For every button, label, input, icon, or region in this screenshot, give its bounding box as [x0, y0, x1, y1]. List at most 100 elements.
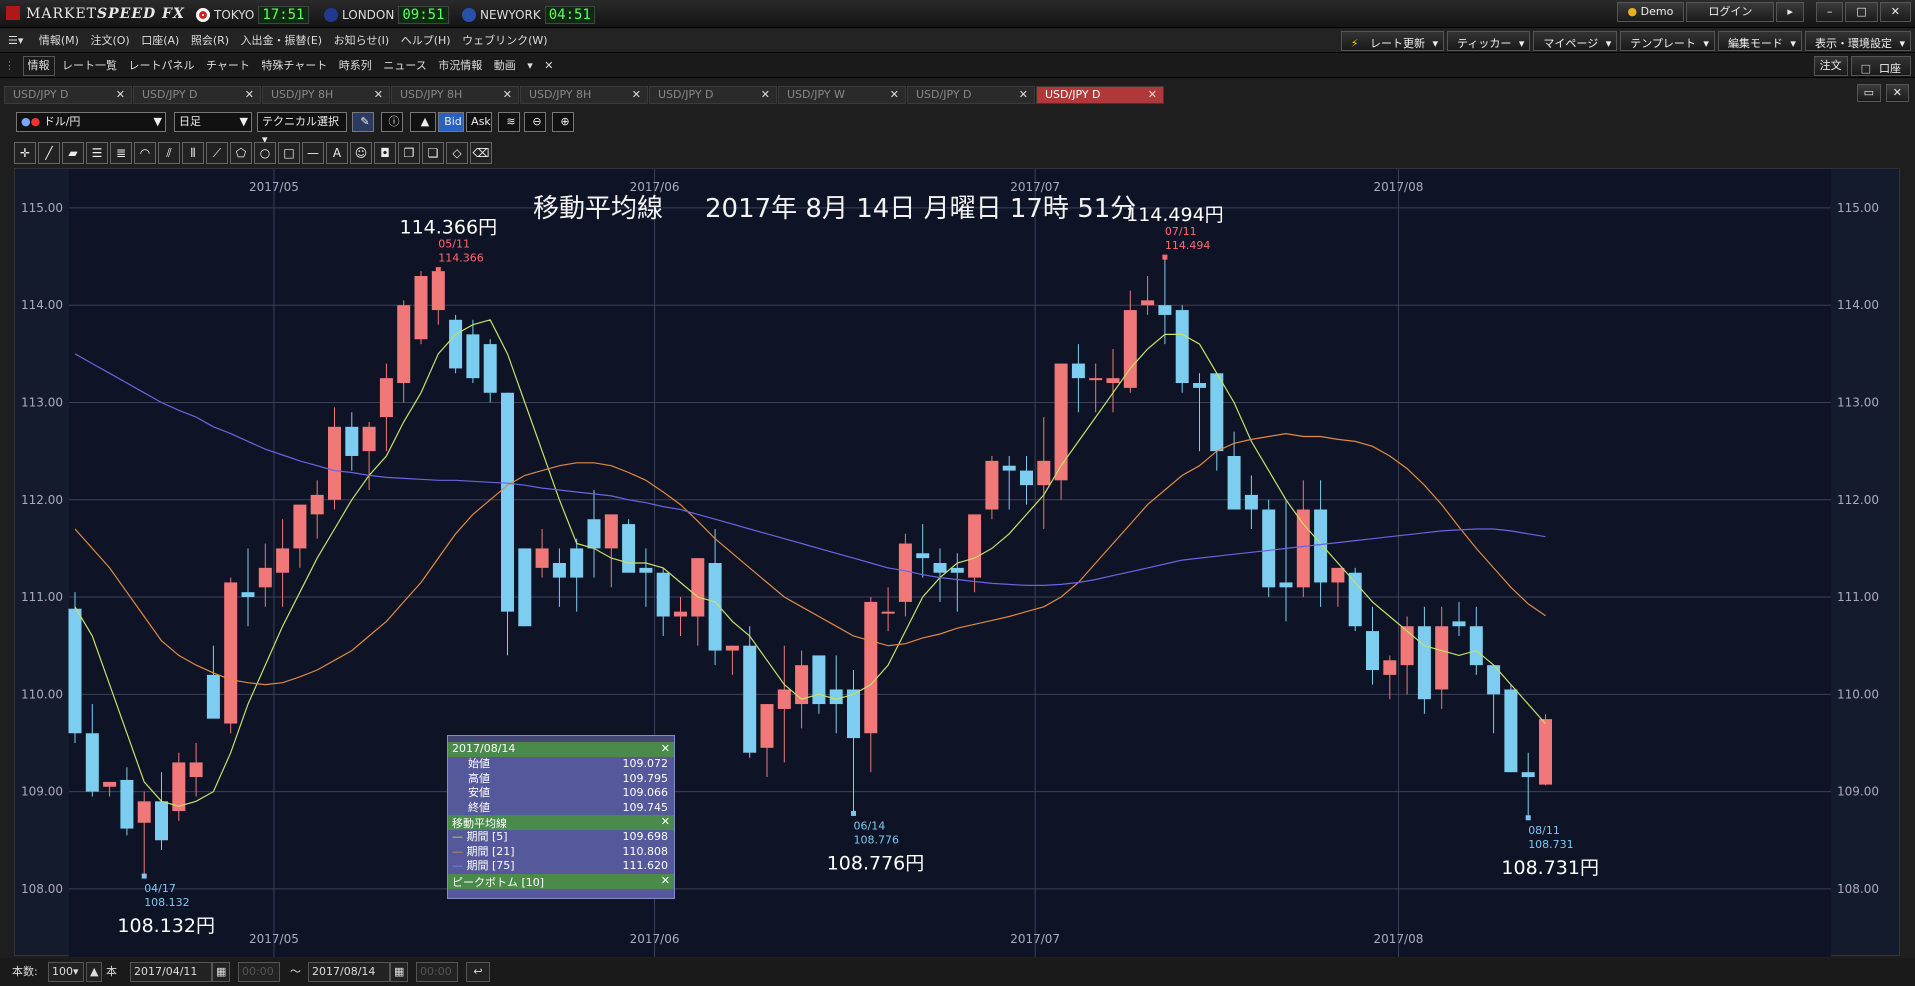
close-icon[interactable]: ✕ [661, 742, 670, 755]
menu-weblink[interactable]: ウェブリンク(W) [458, 29, 551, 53]
rate-update-button[interactable]: ⚡ レート更新 ▾ [1340, 31, 1445, 51]
close-icon[interactable]: ✕ [661, 815, 670, 828]
minimize-button[interactable]: – [1815, 2, 1844, 22]
period-select[interactable]: 日足 ▼ [174, 112, 252, 132]
calendar-icon[interactable]: ▦ [390, 962, 408, 982]
login-button[interactable]: ログイン [1686, 2, 1775, 22]
menu-account[interactable]: 口座(A) [137, 29, 183, 53]
fan-icon[interactable]: ◠ [134, 142, 156, 164]
nav-rate-panel[interactable]: レートパネル [125, 54, 199, 78]
tab-4[interactable]: USD/JPY 8H ✕ [520, 86, 648, 104]
technical-select[interactable]: テクニカル選択 ▾ [257, 112, 347, 146]
delete-all-icon[interactable]: ⌫ [470, 142, 492, 164]
menu-toggle-icon[interactable]: ☰▾ [0, 29, 31, 53]
pair-select[interactable]: ●● ドル/円 ▼ [16, 112, 166, 132]
bid-button[interactable]: Bid [438, 112, 464, 132]
mypage-button[interactable]: マイページ ▾ [1533, 31, 1618, 51]
restore-panel-icon[interactable]: ▭ [1856, 84, 1881, 102]
info-panel[interactable]: 2017/08/14 ✕ 始値 109.072 高値 109.795 安値 109.06… [447, 735, 675, 899]
menu-info[interactable]: 情報(M) [35, 29, 83, 53]
date-to-field[interactable]: 2017/08/14 [308, 962, 390, 982]
info-icon[interactable]: ⓘ [381, 112, 403, 132]
tab-close-icon[interactable]: ✕ [761, 87, 770, 103]
trendline-icon[interactable]: ╱ [38, 142, 60, 164]
icon-stamp-icon[interactable]: ☺ [350, 142, 372, 164]
pen-icon[interactable]: ✎ [352, 112, 374, 132]
refresh-icon[interactable]: ↩ [466, 962, 490, 982]
demo-button[interactable]: ● Demo [1616, 2, 1685, 22]
close-button[interactable]: ✕ [1879, 2, 1911, 22]
nav-timeseries[interactable]: 時系列 [335, 54, 376, 78]
menu-order[interactable]: 注文(O) [86, 29, 133, 53]
copy-icon[interactable]: ❐ [398, 142, 420, 164]
menu-deposit[interactable]: 入出金・振替(E) [237, 29, 327, 53]
ask-button[interactable]: Ask [466, 112, 492, 132]
tab-3[interactable]: USD/JPY 8H ✕ [391, 86, 519, 104]
tab-5[interactable]: USD/JPY D ✕ [649, 86, 777, 104]
candlestick-chart[interactable]: 115.00 115.00 114.00 114.00 113.00 113.00 112.… [15, 169, 1901, 957]
date-from-field[interactable]: 2017/04/11 [130, 962, 212, 982]
edit-mode-button[interactable]: 編集モード ▾ [1717, 31, 1802, 51]
fibonacci-icon[interactable]: ≣ [110, 142, 132, 164]
compare-icon[interactable]: ≋ [498, 112, 520, 132]
nav-more-icon[interactable]: ▾ [523, 54, 537, 78]
tab-8-active[interactable]: USD/JPY D ✕ [1036, 86, 1164, 104]
ticker-button[interactable]: ティッカー ▾ [1447, 31, 1531, 51]
display-settings-button[interactable]: 表示・環境設定 ▾ [1804, 31, 1911, 51]
close-icon[interactable]: ✕ [661, 874, 670, 887]
tab-7[interactable]: USD/JPY D ✕ [907, 86, 1035, 104]
channel-icon[interactable]: ⫽ [158, 142, 180, 164]
menu-notice[interactable]: お知らせ(I) [330, 29, 394, 53]
tab-close-icon[interactable]: ✕ [503, 87, 512, 103]
rectangle-icon[interactable]: □ [278, 142, 300, 164]
tab-6[interactable]: USD/JPY W ✕ [778, 86, 906, 104]
close-panel-icon[interactable]: ✕ [1885, 84, 1909, 102]
zoom-out-icon[interactable]: ⊖ [524, 112, 546, 132]
nav-info[interactable]: 情報 [22, 56, 55, 76]
tab-close-icon[interactable]: ✕ [1019, 87, 1028, 103]
order-button[interactable]: 注文 [1813, 56, 1848, 76]
erase-icon[interactable]: ◘ [374, 142, 396, 164]
zoom-in-icon[interactable]: ⊕ [552, 112, 574, 132]
nav-news[interactable]: ニュース [379, 54, 430, 78]
account-button[interactable]: □ 口座 [1850, 56, 1911, 76]
nav-market-info[interactable]: 市況情報 [434, 54, 486, 78]
tab-2[interactable]: USD/JPY 8H ✕ [262, 86, 390, 104]
nav-special-chart[interactable]: 特殊チャート [257, 54, 331, 78]
tab-close-icon[interactable]: ✕ [1148, 87, 1157, 103]
calendar-icon[interactable]: ▦ [212, 962, 230, 982]
horizontal-lines-icon[interactable]: ☰ [86, 142, 108, 164]
pitchfork-icon[interactable]: ⟋ [206, 142, 228, 164]
eraser-icon[interactable]: ◇ [446, 142, 468, 164]
maximize-button[interactable]: □ [1845, 2, 1878, 22]
tab-0[interactable]: USD/JPY D ✕ [4, 86, 132, 104]
menu-inquiry[interactable]: 照会(R) [187, 29, 233, 53]
tab-close-icon[interactable]: ✕ [374, 87, 383, 103]
count-select[interactable]: 100▾ [48, 962, 84, 982]
tab-close-icon[interactable]: ✕ [245, 87, 254, 103]
hline-icon[interactable]: — [302, 142, 324, 164]
nav-rate-list[interactable]: レート一覧 [58, 54, 121, 78]
crosshair-icon[interactable]: ✛ [14, 142, 36, 164]
circle-icon[interactable]: ○ [254, 142, 276, 164]
nav-video[interactable]: 動画 [490, 54, 520, 78]
ruler-icon[interactable]: ▰ [62, 142, 84, 164]
nav-close-icon[interactable]: ✕ [540, 54, 557, 78]
login-arrow-icon[interactable]: ▸ [1776, 2, 1804, 22]
template-button[interactable]: テンプレート ▾ [1620, 31, 1715, 51]
chart-area[interactable]: 115.00 115.00 114.00 114.00 113.00 113.00 112.… [14, 168, 1901, 957]
tab-close-icon[interactable]: ✕ [116, 87, 125, 103]
paste-icon[interactable]: ❏ [422, 142, 444, 164]
nav-chart[interactable]: チャート [202, 54, 254, 78]
pentagon-icon[interactable]: ⬠ [230, 142, 252, 164]
count-up-icon[interactable]: ▲ [86, 962, 102, 982]
tab-close-icon[interactable]: ✕ [632, 87, 641, 103]
tab-close-icon[interactable]: ✕ [890, 87, 899, 103]
tab-1[interactable]: USD/JPY D ✕ [133, 86, 261, 104]
candle-style-icon[interactable]: ▲ [410, 112, 436, 132]
time-from-field[interactable]: 00:00 [238, 962, 280, 982]
menu-help[interactable]: ヘルプ(H) [397, 29, 455, 53]
time-to-field[interactable]: 00:00 [416, 962, 458, 982]
text-icon[interactable]: A [326, 142, 348, 164]
vertical-lines-icon[interactable]: ⦀ [182, 142, 204, 164]
